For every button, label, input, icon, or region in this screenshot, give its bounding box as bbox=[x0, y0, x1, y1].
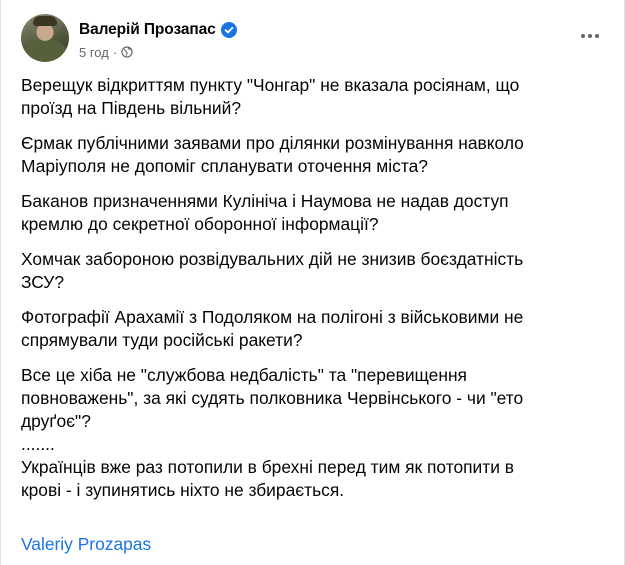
post-meta: 5 год · bbox=[79, 44, 133, 60]
author-name[interactable]: Валерій Прозапас bbox=[79, 21, 216, 39]
globe-icon[interactable] bbox=[121, 46, 133, 58]
post-paragraph: Все це хіба не "службова недбалість" та … bbox=[21, 365, 524, 431]
post-timestamp[interactable]: 5 год bbox=[79, 45, 109, 60]
post-paragraph: Хомчак забороною розвідувальних дій не з… bbox=[21, 249, 524, 292]
more-horizontal-icon bbox=[581, 34, 599, 38]
more-options-button[interactable] bbox=[578, 24, 602, 48]
author-avatar[interactable] bbox=[21, 14, 69, 62]
post-text: Верещук відкриттям пункту "Чонгар" не вк… bbox=[21, 74, 601, 514]
post-card: Валерій Прозапас 5 год · Верещук відкрит… bbox=[0, 0, 625, 565]
post-dots: ....... bbox=[21, 434, 55, 454]
post-paragraph: Верещук відкриттям пункту "Чонгар" не вк… bbox=[21, 75, 520, 118]
meta-separator: · bbox=[112, 44, 118, 60]
post-paragraph: Фотографії Арахамії з Подоляком на поліг… bbox=[21, 307, 524, 350]
verified-badge-icon bbox=[220, 22, 237, 38]
post-header: Валерій Прозапас 5 год · bbox=[21, 14, 608, 64]
post-paragraph: Єрмак публічними заявами про ділянки роз… bbox=[21, 133, 524, 176]
post-paragraph: Українців вже раз потопили в брехні пере… bbox=[21, 457, 515, 500]
post-paragraph: Баканов призначеннями Кулініча і Наумова… bbox=[21, 191, 509, 234]
author-line: Валерій Прозапас bbox=[79, 20, 237, 40]
signature-link[interactable]: Valeriy Prozapas bbox=[21, 534, 151, 555]
